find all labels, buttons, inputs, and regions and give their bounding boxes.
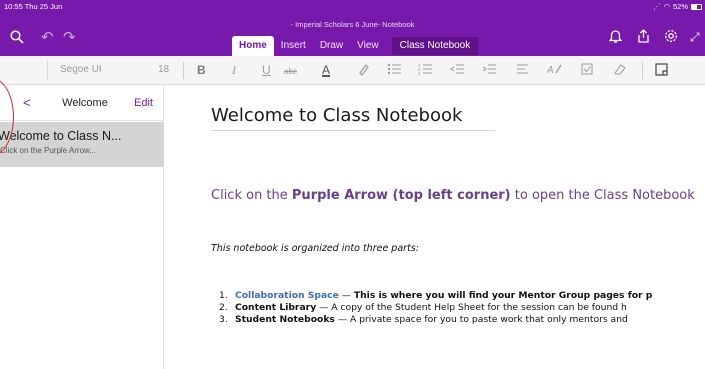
list-item[interactable]: 3. Student Notebooks — A private space f… [211,314,652,326]
page-list-item-title: Welcome to Class N... [0,129,122,143]
intro-suffix: to open the Class Notebook [510,188,695,203]
bell-icon[interactable] [608,29,623,47]
list-item-name: Content Library [235,302,317,313]
page-list-sidebar: < Welcome Edit Welcome to Class N... Cli… [0,85,164,369]
page-title[interactable]: Welcome to Class Notebook [211,105,462,126]
page-canvas[interactable]: Welcome to Class Notebook Click on the P… [165,85,705,369]
indent-icon[interactable] [482,62,497,80]
undo-icon[interactable]: ↶ [41,30,54,46]
list-number: 3. [219,314,228,325]
list-item[interactable]: 2. Content Library — A copy of the Stude… [211,302,652,314]
list-item-dash: — [338,290,354,301]
status-icons: ⋰ ◠ 52% [653,2,702,11]
align-icon[interactable] [516,62,529,80]
tab-draw[interactable]: Draw [313,36,350,56]
app-header: 10:55 Thu 25 Jun ⋰ ◠ 52% - Imperial Scho… [0,0,705,56]
list-item-dash: — [316,302,332,313]
battery-icon [691,3,702,10]
page-list-item[interactable]: Welcome to Class N... Click on the Purpl… [0,122,164,167]
styles-icon[interactable]: A [546,62,563,80]
tab-class-notebook[interactable]: Class Notebook [391,37,479,55]
status-bar: 10:55 Thu 25 Jun ⋰ ◠ 52% [0,2,705,14]
font-size-field[interactable]: 18 [158,64,169,75]
list-item-desc: A copy of the Student Help Sheet for the… [331,302,627,313]
list-item-name[interactable]: Collaboration Space [235,290,339,302]
list-item-dash: — [334,314,350,325]
underline-button[interactable]: U [262,62,271,78]
organized-note[interactable]: This notebook is organized into three pa… [211,243,419,254]
search-icon[interactable] [10,30,24,48]
intro-paragraph[interactable]: Click on the Purple Arrow (top left corn… [211,188,695,203]
expand-icon[interactable]: ⤢ [690,29,700,45]
list-number: 1. [219,290,228,301]
bold-button[interactable]: B [197,62,206,78]
bullet-list-icon[interactable] [387,62,402,80]
status-time: 10:55 Thu 25 Jun [4,2,63,11]
svg-text:3: 3 [418,71,421,76]
notebook-title: - Imperial Scholars 6 June- Notebook [290,20,415,29]
intro-prefix: Click on the [211,188,292,203]
list-item[interactable]: 1. Collaboration Space — This is where y… [211,290,652,302]
toolbar-divider [183,62,184,79]
list-item-desc: A private space for you to paste work th… [349,314,628,325]
svg-text:A: A [547,65,554,76]
toolbar-divider [642,62,643,79]
font-color-button[interactable]: A [322,62,330,78]
numbered-list-icon[interactable]: 123 [418,62,433,80]
page-list-item-preview: Click on the Purple Arrow... [0,146,97,155]
list-number: 2. [219,302,228,313]
ribbon-tabs: Home Insert Draw View Class Notebook [232,36,479,56]
clear-format-icon[interactable] [612,62,627,80]
checkbox-tag-icon[interactable] [581,62,594,80]
intro-bold: Purple Arrow (top left corner) [291,188,511,203]
title-underline [211,130,495,131]
highlighter-icon[interactable] [357,62,370,80]
signal-icon: ⋰ [652,2,661,11]
gear-icon[interactable] [664,29,678,47]
share-icon[interactable] [636,29,650,47]
sidebar-header: < Welcome Edit [0,85,164,121]
outdent-icon[interactable] [450,62,465,80]
italic-button[interactable]: I [232,62,236,78]
tab-insert[interactable]: Insert [274,36,313,56]
list-item-desc: This is where you will find your Mentor … [353,290,653,301]
font-name-field[interactable]: Segoe UI [47,61,152,80]
sticky-note-icon[interactable] [655,62,668,80]
wifi-icon: ◠ [663,2,670,11]
parts-list: 1. Collaboration Space — This is where y… [211,290,652,326]
format-toolbar: Segoe UI 18 B I U abc A 123 A [0,56,705,85]
redo-icon[interactable]: ↷ [63,30,76,46]
list-item-name: Student Notebooks [235,314,335,325]
strikethrough-button[interactable]: abc [284,64,297,80]
edit-button[interactable]: Edit [134,97,153,109]
battery-percent: 52% [672,2,688,11]
tab-view[interactable]: View [350,36,386,56]
tab-home[interactable]: Home [232,36,274,56]
